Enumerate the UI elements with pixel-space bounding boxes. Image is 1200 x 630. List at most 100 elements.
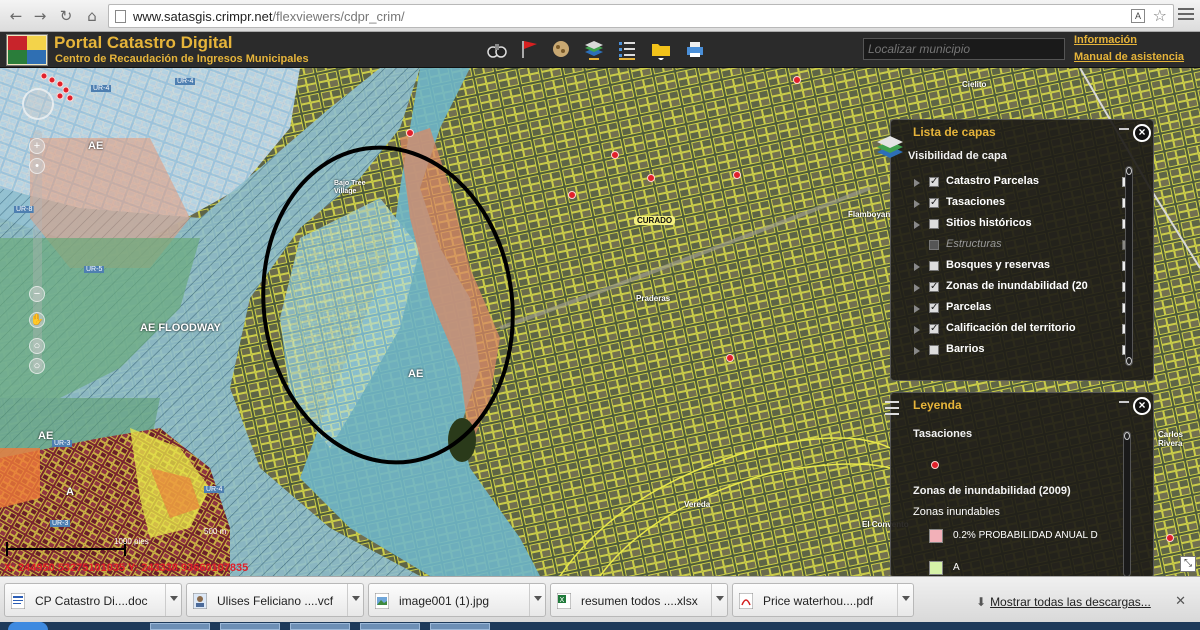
municipio-search-input[interactable]: [863, 38, 1065, 60]
layer-row-bosques[interactable]: Bosques y reservas: [909, 258, 1132, 278]
folder-icon[interactable]: [650, 38, 672, 60]
taskbar-button[interactable]: [360, 623, 420, 630]
scroll-up-icon[interactable]: [1124, 432, 1130, 440]
browser-menu-icon[interactable]: [1178, 8, 1194, 23]
scale-label-feet: 1000 pies: [114, 537, 149, 546]
layers-panel-minimize-button[interactable]: [1119, 128, 1129, 130]
svg-text:X: X: [560, 596, 565, 604]
expand-arrow-icon[interactable]: [914, 221, 920, 229]
download-file-name: CP Catastro Di....doc: [35, 594, 148, 608]
layer-checkbox[interactable]: ✓: [929, 303, 939, 313]
manual-asistencia-link[interactable]: Manual de asistencia: [1074, 51, 1184, 63]
layer-checkbox[interactable]: ✓: [929, 198, 939, 208]
ur-tag: UR-4: [175, 78, 196, 85]
download-menu-button[interactable]: [711, 584, 727, 616]
taskbar-button[interactable]: [430, 623, 490, 630]
url-text[interactable]: www.satasgis.crimpr.net/flexviewers/cdpr…: [133, 9, 405, 24]
layer-row-calificacion[interactable]: ✓ Calificación del territorio: [909, 321, 1132, 341]
zone-label-ae-center: AE: [408, 368, 424, 380]
legend-swatch: [929, 529, 943, 543]
legend-zonas-heading: Zonas de inundabilidad (2009): [913, 485, 1071, 497]
layer-checkbox[interactable]: ✓: [929, 324, 939, 334]
address-bar[interactable]: www.satasgis.crimpr.net/flexviewers/cdpr…: [108, 4, 1174, 28]
zoom-previous-button[interactable]: ○: [29, 358, 45, 374]
start-button[interactable]: [8, 622, 48, 630]
legend-scrollbar[interactable]: [1123, 431, 1131, 576]
informacion-link[interactable]: Información: [1074, 34, 1137, 46]
download-menu-button[interactable]: [529, 584, 545, 616]
translate-icon[interactable]: A: [1131, 9, 1145, 23]
taskbar-button[interactable]: [290, 623, 350, 630]
expand-arrow-icon[interactable]: [914, 263, 920, 271]
place-label-bajo-tree: Bajo Tree Village: [334, 180, 366, 195]
layer-row-sitios-historicos[interactable]: Sitios históricos: [909, 216, 1132, 236]
layer-checkbox[interactable]: [929, 261, 939, 271]
expand-arrow-icon[interactable]: [914, 179, 920, 187]
expand-arrow-icon[interactable]: [914, 347, 920, 355]
zoom-extent-button[interactable]: ○: [29, 338, 45, 354]
pan-navigation-control[interactable]: [22, 88, 54, 120]
show-all-downloads-link[interactable]: ⬇ Mostrar todas las descargas...: [976, 595, 1151, 609]
layer-label: Bosques y reservas: [946, 259, 1050, 271]
layer-row-barrios[interactable]: Barrios: [909, 342, 1132, 362]
legend-panel-close-button[interactable]: ×: [1133, 397, 1151, 415]
scroll-up-icon[interactable]: [1126, 167, 1132, 175]
bookmark-star-icon[interactable]: ☆: [1153, 6, 1167, 25]
list-icon[interactable]: [616, 38, 638, 60]
layer-row-catastro-parcelas[interactable]: ✓ Catastro Parcelas: [909, 174, 1132, 194]
taskbar-button[interactable]: [150, 623, 210, 630]
legend-panel-minimize-button[interactable]: [1119, 401, 1129, 403]
download-item[interactable]: image001 (1).jpg: [368, 583, 546, 617]
layers-panel-close-button[interactable]: ×: [1133, 124, 1151, 142]
download-item[interactable]: Price waterhou....pdf: [732, 583, 914, 617]
legend-list-icon: [885, 401, 899, 415]
layer-row-zonas-inundabilidad[interactable]: ✓ Zonas de inundabilidad (20: [909, 279, 1132, 299]
layers-scrollbar[interactable]: [1125, 166, 1133, 366]
layer-label: Barrios: [946, 343, 985, 355]
legend-panel-title: Leyenda: [913, 398, 962, 412]
place-label-flamboyan: Flamboyan: [848, 210, 891, 219]
ur-tag: UR-3: [52, 440, 73, 447]
expand-arrow-icon[interactable]: [914, 326, 920, 334]
image-file-icon: [375, 593, 389, 609]
pan-hand-icon[interactable]: ✋: [29, 312, 45, 328]
layers-icon[interactable]: [583, 38, 605, 60]
binoculars-icon[interactable]: [486, 38, 508, 60]
pdf-file-icon: [739, 593, 753, 609]
zoom-out-button[interactable]: −: [29, 286, 45, 302]
layer-checkbox[interactable]: [929, 345, 939, 355]
layer-checkbox[interactable]: [929, 219, 939, 229]
app-subtitle: Centro de Recaudación de Ingresos Munici…: [55, 53, 309, 65]
layer-checkbox[interactable]: ✓: [929, 282, 939, 292]
word-doc-icon: [11, 593, 25, 609]
zoom-level-button[interactable]: •: [29, 158, 45, 174]
print-icon[interactable]: [684, 38, 706, 60]
layer-row-tasaciones[interactable]: ✓ Tasaciones: [909, 195, 1132, 215]
scroll-down-icon[interactable]: [1126, 357, 1132, 365]
expand-arrow-icon[interactable]: [914, 284, 920, 292]
zoom-in-button[interactable]: +: [29, 138, 45, 154]
layer-row-parcelas[interactable]: ✓ Parcelas: [909, 300, 1132, 320]
legend-item-label: 0.2% PROBABILIDAD ANUAL D: [953, 530, 1098, 541]
forward-arrow-icon[interactable]: →: [30, 6, 50, 26]
app-header: Portal Catastro Digital Centro de Recaud…: [0, 32, 1200, 68]
download-item[interactable]: X resumen todos ....xlsx: [550, 583, 728, 617]
download-item[interactable]: CP Catastro Di....doc: [4, 583, 182, 617]
close-downloads-icon[interactable]: ✕: [1175, 594, 1186, 609]
download-menu-button[interactable]: [165, 584, 181, 616]
back-arrow-icon[interactable]: ←: [6, 6, 26, 26]
download-menu-button[interactable]: [347, 584, 363, 616]
layer-checkbox[interactable]: ✓: [929, 177, 939, 187]
download-item[interactable]: Ulises Feliciano ....vcf: [186, 583, 364, 617]
expand-arrow-icon[interactable]: [914, 200, 920, 208]
home-icon[interactable]: ⌂: [82, 6, 102, 26]
map-resize-icon[interactable]: ⤡: [1180, 556, 1196, 572]
reload-icon[interactable]: ↻: [56, 6, 76, 26]
map-view[interactable]: AE AE FLOODWAY AE AE A Praderas Vereda C…: [0, 68, 1200, 576]
legend-item-label: A: [953, 562, 960, 573]
download-menu-button[interactable]: [897, 584, 913, 616]
taskbar-button[interactable]: [220, 623, 280, 630]
basemap-globe-icon[interactable]: [550, 38, 572, 60]
flag-icon[interactable]: [518, 38, 540, 60]
expand-arrow-icon[interactable]: [914, 305, 920, 313]
